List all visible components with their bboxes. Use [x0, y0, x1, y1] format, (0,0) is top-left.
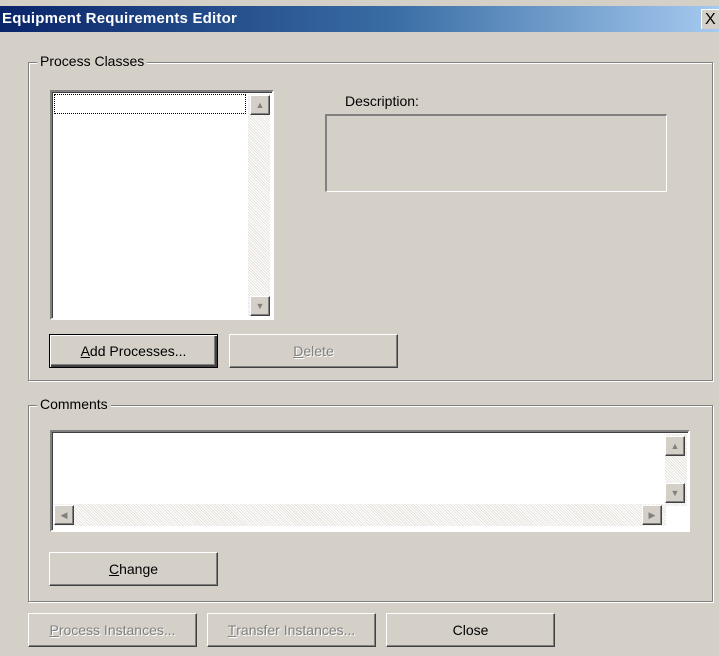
window-title: Equipment Requirements Editor	[2, 10, 237, 27]
delete-button[interactable]: Delete	[229, 334, 398, 368]
process-instances-button[interactable]: Process Instances...	[28, 613, 197, 647]
add-processes-button[interactable]: Add Processes...	[49, 334, 218, 368]
list-item[interactable]	[54, 94, 246, 114]
transfer-instances-mnemonic: T	[227, 622, 237, 638]
transfer-instances-button[interactable]: Transfer Instances...	[207, 613, 376, 647]
description-field	[325, 114, 667, 192]
equipment-requirements-dialog: Equipment Requirements Editor X Process …	[0, 0, 719, 656]
delete-label-rest: elete	[303, 343, 334, 359]
scroll-up-arrow-icon[interactable]: ▲	[665, 436, 685, 456]
change-label-rest: hange	[119, 561, 159, 577]
change-button[interactable]: Change	[49, 552, 218, 586]
scroll-right-arrow-icon[interactable]: ▶	[642, 505, 662, 525]
process-classes-legend: Process Classes	[37, 53, 148, 69]
scroll-down-arrow-icon[interactable]: ▼	[665, 483, 685, 503]
add-mnemonic: A	[80, 343, 90, 359]
delete-mnemonic: D	[293, 343, 304, 359]
change-mnemonic: C	[108, 561, 120, 577]
scroll-down-arrow-icon[interactable]: ▼	[250, 296, 270, 316]
process-instances-mnemonic: P	[49, 622, 59, 638]
title-bar[interactable]: Equipment Requirements Editor X	[0, 6, 719, 32]
comments-legend: Comments	[37, 396, 111, 412]
close-button[interactable]: Close	[386, 613, 555, 647]
scroll-left-arrow-icon[interactable]: ◀	[54, 505, 74, 525]
comments-horizontal-scrollbar[interactable]	[54, 504, 666, 526]
scroll-up-arrow-icon[interactable]: ▲	[250, 95, 270, 115]
close-icon[interactable]: X	[701, 9, 719, 29]
process-classes-scrollbar[interactable]	[248, 94, 270, 316]
process-instances-label-rest: rocess Instances...	[58, 622, 176, 638]
transfer-instances-label-rest: ransfer Instances...	[236, 622, 356, 638]
process-classes-listbox[interactable]	[50, 90, 274, 320]
add-label-rest: dd Processes...	[89, 343, 187, 359]
description-label: Description:	[345, 93, 419, 109]
